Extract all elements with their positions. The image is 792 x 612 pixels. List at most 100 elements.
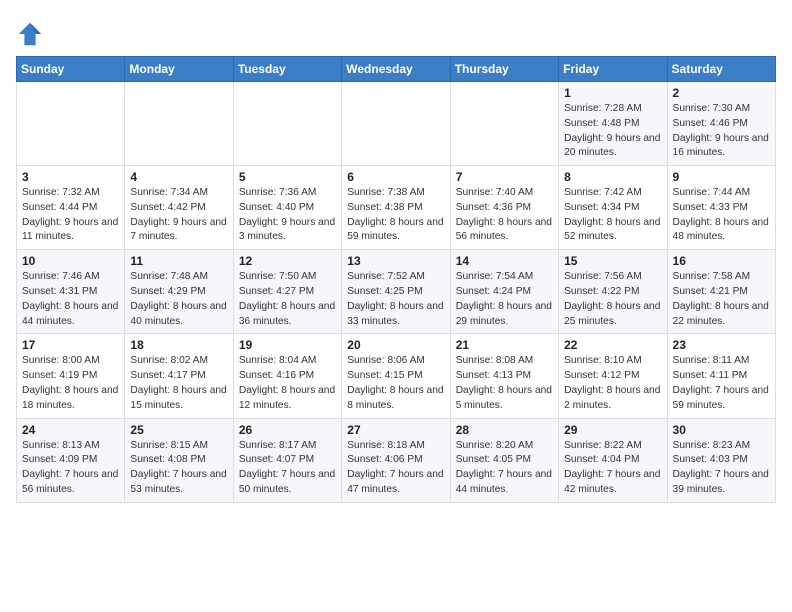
calendar-cell: 13 Sunrise: 7:52 AM Sunset: 4:25 PM Dayli…: [342, 250, 450, 334]
day-number: 29: [564, 423, 661, 437]
calendar-cell: 1 Sunrise: 7:28 AM Sunset: 4:48 PM Daylig…: [559, 82, 667, 166]
day-info: Sunrise: 8:17 AM Sunset: 4:07 PM Dayligh…: [239, 439, 336, 498]
day-info: Sunrise: 8:06 AM Sunset: 4:15 PM Dayligh…: [347, 354, 444, 413]
day-number: 8: [564, 170, 661, 184]
col-header-wednesday: Wednesday: [342, 57, 450, 82]
header-row: SundayMondayTuesdayWednesdayThursdayFrid…: [17, 57, 776, 82]
col-header-tuesday: Tuesday: [233, 57, 341, 82]
day-number: 24: [22, 423, 119, 437]
day-info: Sunrise: 7:28 AM Sunset: 4:48 PM Dayligh…: [564, 102, 661, 161]
week-row-2: 3 Sunrise: 7:32 AM Sunset: 4:44 PM Daylig…: [17, 166, 776, 250]
col-header-monday: Monday: [125, 57, 233, 82]
calendar-cell: 22 Sunrise: 8:10 AM Sunset: 4:12 PM Dayli…: [559, 334, 667, 418]
calendar-cell: 18Sunrise: 8:02 AM Sunset: 4:17 PM Dayli…: [125, 334, 233, 418]
calendar-cell: 23Sunrise: 8:11 AM Sunset: 4:11 PM Dayli…: [667, 334, 775, 418]
calendar-cell: 24 Sunrise: 8:13 AM Sunset: 4:09 PM Dayli…: [17, 418, 125, 502]
calendar-table: SundayMondayTuesdayWednesdayThursdayFrid…: [16, 56, 776, 503]
day-info: Sunrise: 7:44 AM Sunset: 4:33 PM Dayligh…: [673, 186, 770, 245]
day-info: Sunrise: 7:40 AM Sunset: 4:36 PM Dayligh…: [456, 186, 553, 245]
day-number: 25: [130, 423, 227, 437]
day-info: Sunrise: 8:11 AM Sunset: 4:11 PM Dayligh…: [673, 354, 770, 413]
day-info: Sunrise: 7:58 AM Sunset: 4:21 PM Dayligh…: [673, 270, 770, 329]
day-number: 13: [347, 254, 444, 268]
day-info: Sunrise: 7:34 AM Sunset: 4:42 PM Dayligh…: [130, 186, 227, 245]
day-number: 14: [456, 254, 553, 268]
day-number: 21: [456, 338, 553, 352]
calendar-cell: 14 Sunrise: 7:54 AM Sunset: 4:24 PM Dayli…: [450, 250, 558, 334]
day-number: 26: [239, 423, 336, 437]
day-info: Sunrise: 8:20 AM Sunset: 4:05 PM Dayligh…: [456, 439, 553, 498]
calendar-cell: 20 Sunrise: 8:06 AM Sunset: 4:15 PM Dayli…: [342, 334, 450, 418]
week-row-3: 10Sunrise: 7:46 AM Sunset: 4:31 PM Dayli…: [17, 250, 776, 334]
calendar-cell: 19 Sunrise: 8:04 AM Sunset: 4:16 PM Dayli…: [233, 334, 341, 418]
week-row-5: 24 Sunrise: 8:13 AM Sunset: 4:09 PM Dayli…: [17, 418, 776, 502]
logo-icon: [16, 20, 44, 48]
col-header-thursday: Thursday: [450, 57, 558, 82]
day-info: Sunrise: 8:10 AM Sunset: 4:12 PM Dayligh…: [564, 354, 661, 413]
day-number: 17: [22, 338, 119, 352]
day-number: 7: [456, 170, 553, 184]
day-info: Sunrise: 8:00 AM Sunset: 4:19 PM Dayligh…: [22, 354, 119, 413]
day-number: 4: [130, 170, 227, 184]
day-number: 2: [673, 86, 770, 100]
day-info: Sunrise: 7:42 AM Sunset: 4:34 PM Dayligh…: [564, 186, 661, 245]
day-number: 9: [673, 170, 770, 184]
day-info: Sunrise: 7:52 AM Sunset: 4:25 PM Dayligh…: [347, 270, 444, 329]
day-number: 12: [239, 254, 336, 268]
day-number: 15: [564, 254, 661, 268]
day-info: Sunrise: 7:56 AM Sunset: 4:22 PM Dayligh…: [564, 270, 661, 329]
day-info: Sunrise: 8:08 AM Sunset: 4:13 PM Dayligh…: [456, 354, 553, 413]
calendar-cell: 3 Sunrise: 7:32 AM Sunset: 4:44 PM Daylig…: [17, 166, 125, 250]
calendar-cell: 15 Sunrise: 7:56 AM Sunset: 4:22 PM Dayli…: [559, 250, 667, 334]
calendar-cell: 8 Sunrise: 7:42 AM Sunset: 4:34 PM Daylig…: [559, 166, 667, 250]
calendar-cell: 12Sunrise: 7:50 AM Sunset: 4:27 PM Dayli…: [233, 250, 341, 334]
calendar-cell: 5Sunrise: 7:36 AM Sunset: 4:40 PM Daylig…: [233, 166, 341, 250]
calendar-cell: 16 Sunrise: 7:58 AM Sunset: 4:21 PM Dayli…: [667, 250, 775, 334]
calendar-cell: 25Sunrise: 8:15 AM Sunset: 4:08 PM Dayli…: [125, 418, 233, 502]
calendar-cell: 17 Sunrise: 8:00 AM Sunset: 4:19 PM Dayli…: [17, 334, 125, 418]
page: SundayMondayTuesdayWednesdayThursdayFrid…: [0, 0, 792, 513]
day-number: 10: [22, 254, 119, 268]
day-info: Sunrise: 7:32 AM Sunset: 4:44 PM Dayligh…: [22, 186, 119, 245]
calendar-cell: [233, 82, 341, 166]
col-header-sunday: Sunday: [17, 57, 125, 82]
day-number: 6: [347, 170, 444, 184]
header: [16, 16, 776, 48]
day-number: 19: [239, 338, 336, 352]
calendar-cell: 27 Sunrise: 8:18 AM Sunset: 4:06 PM Dayli…: [342, 418, 450, 502]
day-info: Sunrise: 8:18 AM Sunset: 4:06 PM Dayligh…: [347, 439, 444, 498]
calendar-cell: 29 Sunrise: 8:22 AM Sunset: 4:04 PM Dayli…: [559, 418, 667, 502]
day-info: Sunrise: 8:22 AM Sunset: 4:04 PM Dayligh…: [564, 439, 661, 498]
calendar-cell: [125, 82, 233, 166]
day-number: 30: [673, 423, 770, 437]
calendar-cell: 26 Sunrise: 8:17 AM Sunset: 4:07 PM Dayli…: [233, 418, 341, 502]
day-number: 11: [130, 254, 227, 268]
day-info: Sunrise: 7:48 AM Sunset: 4:29 PM Dayligh…: [130, 270, 227, 329]
day-info: Sunrise: 7:38 AM Sunset: 4:38 PM Dayligh…: [347, 186, 444, 245]
day-info: Sunrise: 8:04 AM Sunset: 4:16 PM Dayligh…: [239, 354, 336, 413]
day-number: 20: [347, 338, 444, 352]
day-info: Sunrise: 7:30 AM Sunset: 4:46 PM Dayligh…: [673, 102, 770, 161]
day-number: 27: [347, 423, 444, 437]
day-info: Sunrise: 8:13 AM Sunset: 4:09 PM Dayligh…: [22, 439, 119, 498]
calendar-cell: [17, 82, 125, 166]
day-info: Sunrise: 8:23 AM Sunset: 4:03 PM Dayligh…: [673, 439, 770, 498]
week-row-1: 1 Sunrise: 7:28 AM Sunset: 4:48 PM Daylig…: [17, 82, 776, 166]
col-header-saturday: Saturday: [667, 57, 775, 82]
calendar-cell: 30 Sunrise: 8:23 AM Sunset: 4:03 PM Dayli…: [667, 418, 775, 502]
calendar-cell: [342, 82, 450, 166]
calendar-cell: 11 Sunrise: 7:48 AM Sunset: 4:29 PM Dayli…: [125, 250, 233, 334]
week-row-4: 17 Sunrise: 8:00 AM Sunset: 4:19 PM Dayli…: [17, 334, 776, 418]
day-number: 16: [673, 254, 770, 268]
day-info: Sunrise: 7:54 AM Sunset: 4:24 PM Dayligh…: [456, 270, 553, 329]
day-number: 22: [564, 338, 661, 352]
col-header-friday: Friday: [559, 57, 667, 82]
day-number: 3: [22, 170, 119, 184]
day-number: 1: [564, 86, 661, 100]
calendar-cell: 2 Sunrise: 7:30 AM Sunset: 4:46 PM Daylig…: [667, 82, 775, 166]
day-info: Sunrise: 7:36 AM Sunset: 4:40 PM Dayligh…: [239, 186, 336, 245]
calendar-cell: 4 Sunrise: 7:34 AM Sunset: 4:42 PM Daylig…: [125, 166, 233, 250]
calendar-cell: 6 Sunrise: 7:38 AM Sunset: 4:38 PM Daylig…: [342, 166, 450, 250]
calendar-cell: 9 Sunrise: 7:44 AM Sunset: 4:33 PM Daylig…: [667, 166, 775, 250]
day-number: 18: [130, 338, 227, 352]
